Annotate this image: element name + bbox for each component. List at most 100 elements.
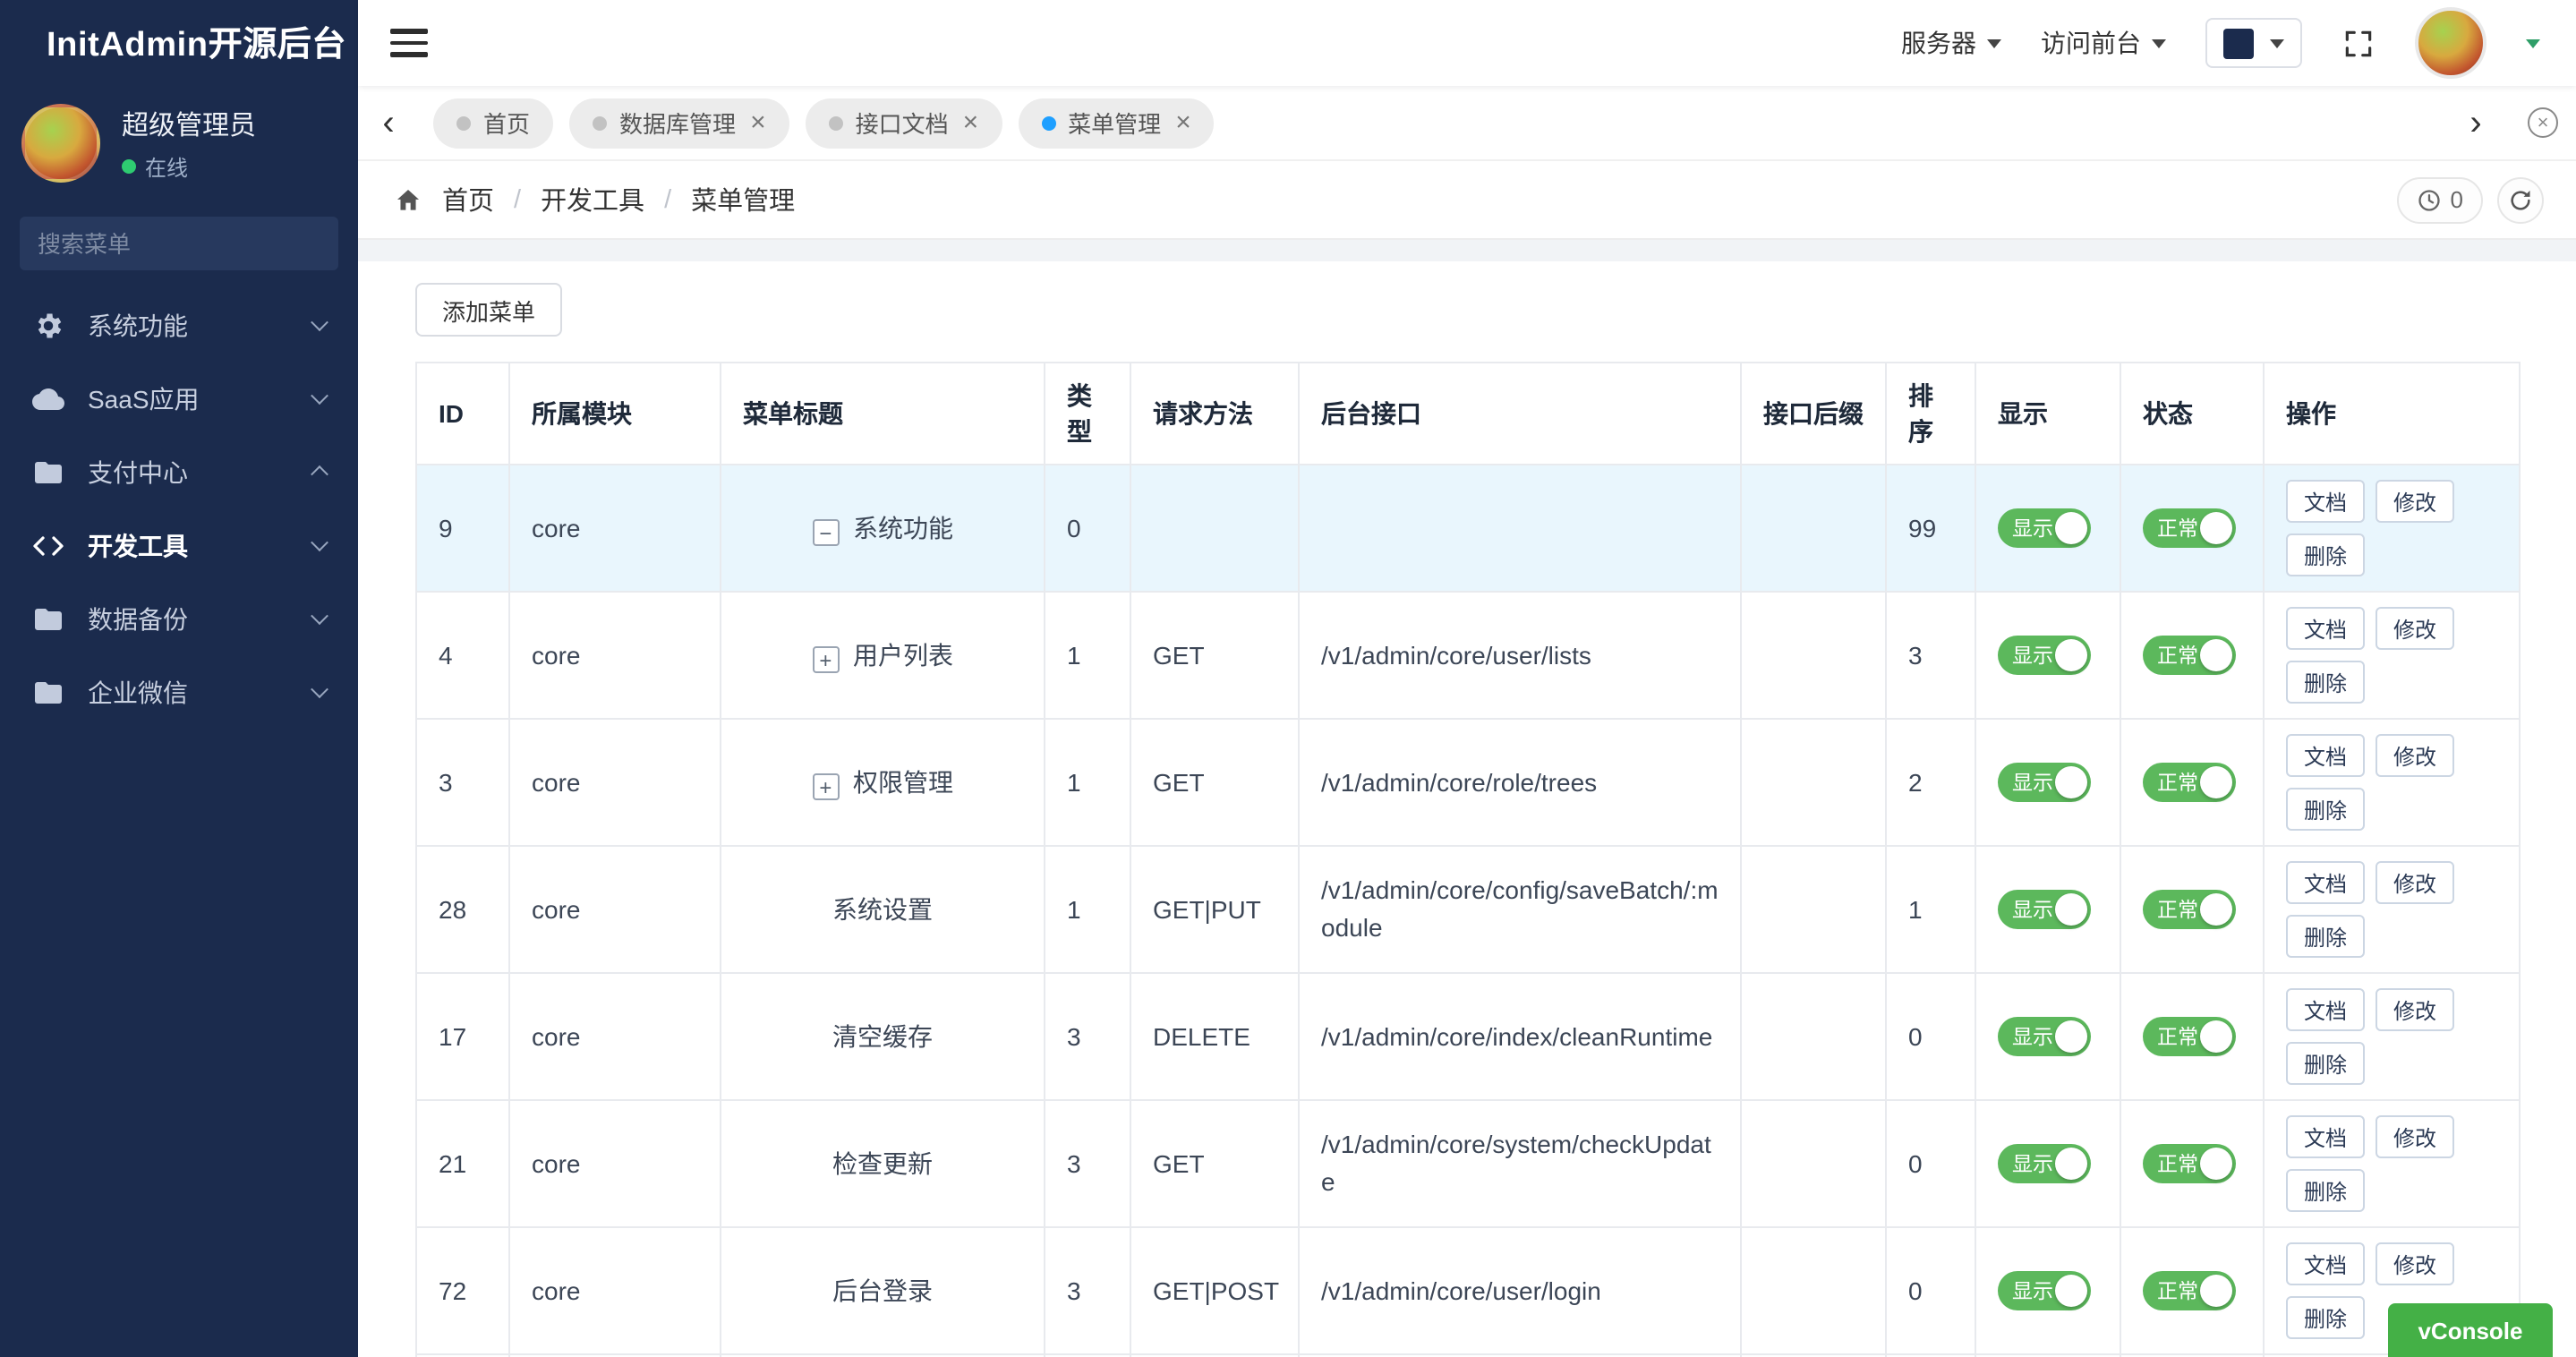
chevron-down-icon [311, 607, 328, 626]
home-icon[interactable] [394, 185, 422, 214]
display-toggle[interactable]: 显示 [1998, 636, 2091, 675]
status-toggle[interactable]: 正常 [2143, 636, 2236, 675]
doc-button[interactable]: 文档 [2286, 1242, 2366, 1285]
display-toggle[interactable]: 显示 [1998, 1144, 2091, 1183]
delete-button[interactable]: 删除 [2286, 788, 2366, 831]
type-cell: 3 [1044, 1099, 1131, 1228]
close-icon[interactable]: × [1175, 109, 1191, 136]
user-avatar[interactable] [21, 104, 100, 183]
toggle-knob [2200, 639, 2232, 671]
display-toggle[interactable]: 显示 [1998, 1271, 2091, 1310]
avatar-caret-down-icon[interactable] [2526, 38, 2540, 47]
user-status-label: 在线 [145, 155, 189, 180]
tab-menu-management[interactable]: 菜单管理 × [1018, 98, 1215, 148]
method-cell [1130, 464, 1300, 593]
status-toggle[interactable]: 正常 [2143, 763, 2236, 802]
doc-button[interactable]: 文档 [2286, 861, 2366, 904]
refresh-button[interactable] [2497, 176, 2544, 223]
edit-button[interactable]: 修改 [2376, 861, 2455, 904]
history-counter[interactable]: 0 [2396, 176, 2483, 223]
type-cell: 1 [1044, 591, 1131, 720]
delete-button[interactable]: 删除 [2286, 915, 2366, 958]
add-menu-button[interactable]: 添加菜单 [415, 283, 563, 337]
doc-button[interactable]: 文档 [2286, 988, 2366, 1031]
title-cell: 后台登录 [720, 1226, 1045, 1355]
display-toggle[interactable]: 显示 [1998, 1017, 2091, 1056]
display-toggle[interactable]: 显示 [1998, 508, 2091, 548]
delete-button[interactable]: 删除 [2286, 1042, 2366, 1085]
expander-icon[interactable]: + [812, 646, 839, 674]
suffix-cell [1740, 591, 1887, 720]
sidebar-item-label: 数据备份 [88, 604, 188, 633]
delete-button[interactable]: 删除 [2286, 661, 2366, 704]
tab-label: 首页 [483, 111, 531, 138]
id-cell: 9 [415, 464, 510, 593]
edit-button[interactable]: 修改 [2376, 607, 2455, 650]
server-dropdown[interactable]: 服务器 [1901, 25, 2001, 61]
delete-button[interactable]: 删除 [2286, 1296, 2366, 1339]
display-toggle[interactable]: 显示 [1998, 763, 2091, 802]
fullscreen-icon[interactable] [2341, 26, 2376, 60]
module-cell: core [508, 464, 721, 593]
sidebar-item-backup[interactable]: 数据备份 [0, 582, 358, 655]
tab-database[interactable]: 数据库管理 × [569, 98, 789, 148]
tabs-scroll-right-icon[interactable]: › [2456, 105, 2495, 141]
expander-icon[interactable]: + [812, 773, 839, 801]
folder-icon [32, 456, 64, 488]
display-toggle[interactable]: 显示 [1998, 890, 2091, 929]
doc-button[interactable]: 文档 [2286, 1115, 2366, 1158]
tab-api-docs[interactable]: 接口文档 × [805, 98, 1002, 148]
close-icon[interactable]: × [750, 109, 766, 136]
doc-button[interactable]: 文档 [2286, 734, 2366, 777]
tab-home[interactable]: 首页 [433, 98, 554, 148]
tabs-scroll-left-icon[interactable]: ‹ [369, 105, 408, 141]
suffix-cell [1740, 972, 1887, 1101]
delete-button[interactable]: 删除 [2286, 1169, 2366, 1212]
suffix-cell [1740, 1099, 1887, 1228]
caret-down-icon [2152, 38, 2166, 47]
menu-search-input[interactable] [20, 217, 338, 270]
edit-button[interactable]: 修改 [2376, 734, 2455, 777]
status-toggle[interactable]: 正常 [2143, 890, 2236, 929]
edit-button[interactable]: 修改 [2376, 1115, 2455, 1158]
method-cell: GET [1130, 591, 1300, 720]
close-icon[interactable]: × [963, 109, 979, 136]
operations-cell: 文档 修改 删除 [2263, 1099, 2521, 1228]
doc-button[interactable]: 文档 [2286, 607, 2366, 650]
status-toggle[interactable]: 正常 [2143, 1271, 2236, 1310]
sidebar-item-payment[interactable]: 支付中心 [0, 435, 358, 508]
sidebar-item-wechat[interactable]: 企业微信 [0, 655, 358, 729]
sidebar-item-system-functions[interactable]: 系统功能 [0, 288, 358, 362]
vconsole-button[interactable]: vConsole [2388, 1303, 2553, 1357]
api-cell: /v1/admin/core/config/saveBatch/:module [1298, 845, 1742, 974]
top-bar: 服务器 访问前台 [358, 0, 2576, 86]
doc-button[interactable]: 文档 [2286, 480, 2366, 523]
sort-cell: 3 [1885, 591, 1976, 720]
tab-label: 接口文档 [855, 111, 949, 138]
edit-button[interactable]: 修改 [2376, 480, 2455, 523]
close-all-tabs-icon[interactable]: × [2528, 107, 2558, 138]
breadcrumb-item[interactable]: 开发工具 [541, 181, 644, 218]
delete-button[interactable]: 删除 [2286, 533, 2366, 576]
edit-button[interactable]: 修改 [2376, 1242, 2455, 1285]
sidebar: InitAdmin开源后台 超级管理员 在线 系统功能 [0, 0, 358, 1357]
api-cell: /v1/admin/core/system/checkUpdate [1298, 1099, 1742, 1228]
expander-icon[interactable]: − [812, 519, 839, 547]
status-toggle[interactable]: 正常 [2143, 1017, 2236, 1056]
status-toggle[interactable]: 正常 [2143, 508, 2236, 548]
chevron-down-icon [311, 680, 328, 699]
column-header: 显示 [1975, 362, 2121, 465]
sidebar-menu: 系统功能 SaaS应用 支付中心 开发工具 数据备份 企业微信 [0, 288, 358, 729]
sidebar-item-devtools[interactable]: 开发工具 [0, 508, 358, 582]
user-name: 超级管理员 [122, 110, 257, 141]
edit-button[interactable]: 修改 [2376, 988, 2455, 1031]
visit-frontend-dropdown[interactable]: 访问前台 [2041, 25, 2166, 61]
hamburger-menu-icon[interactable] [390, 29, 428, 57]
theme-color-select[interactable] [2205, 18, 2302, 68]
status-toggle[interactable]: 正常 [2143, 1144, 2236, 1183]
breadcrumb-item[interactable]: 首页 [442, 181, 494, 218]
api-cell: /v1/admin/core/index/cleanRuntime [1298, 972, 1742, 1101]
toggle-knob [2200, 893, 2232, 926]
header-avatar[interactable] [2415, 7, 2486, 79]
sidebar-item-saas[interactable]: SaaS应用 [0, 362, 358, 435]
